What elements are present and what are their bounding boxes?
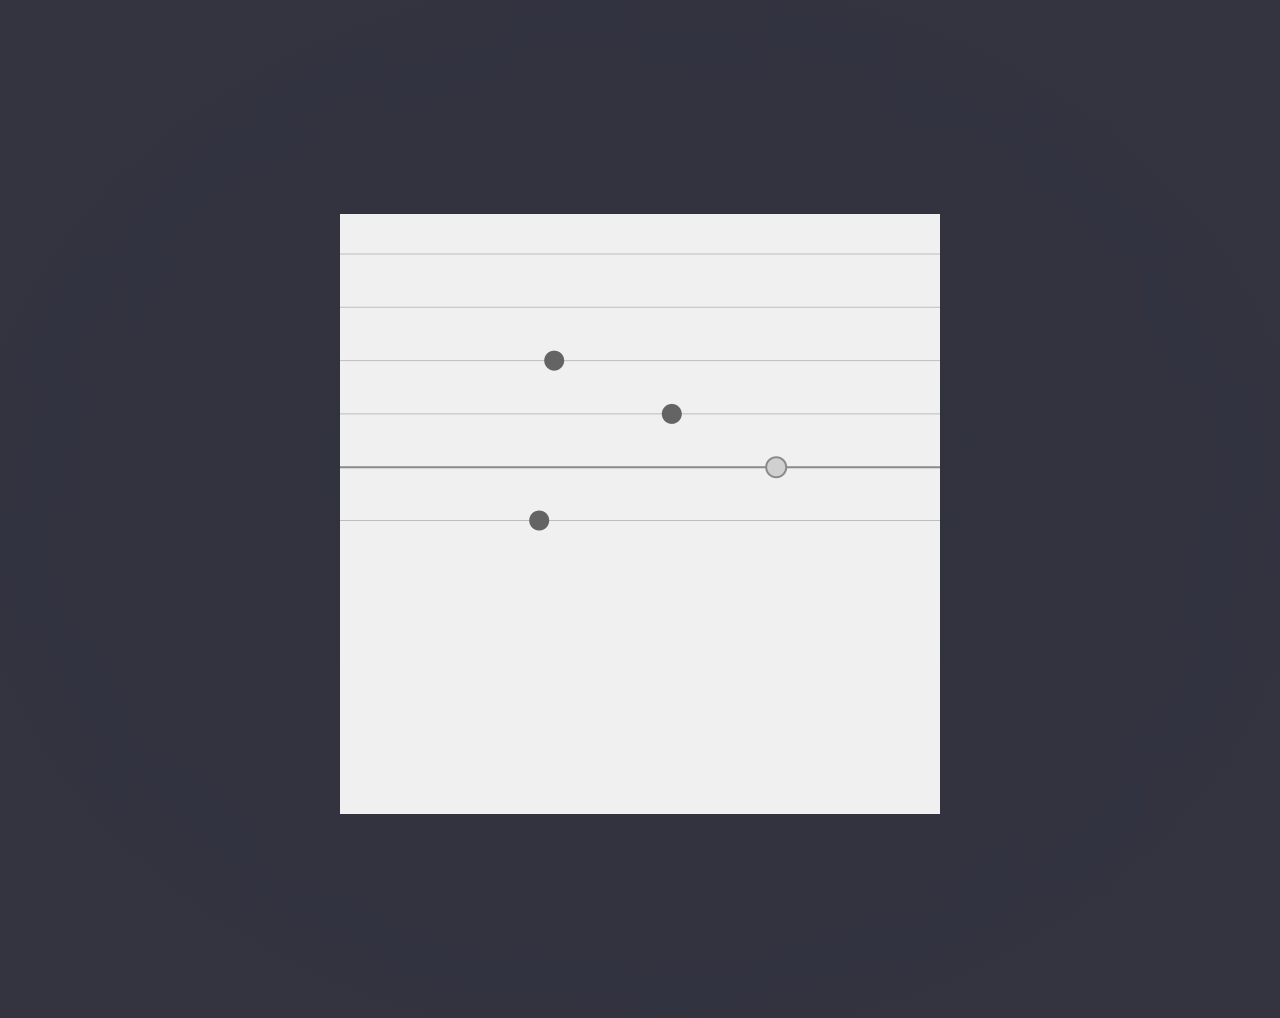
player-marker[interactable] (765, 456, 788, 479)
dot-3[interactable] (529, 510, 550, 531)
dot-1[interactable] (544, 350, 565, 371)
dot-2[interactable] (661, 403, 682, 424)
game-board[interactable] (340, 214, 940, 814)
board-canvas[interactable] (340, 214, 940, 814)
